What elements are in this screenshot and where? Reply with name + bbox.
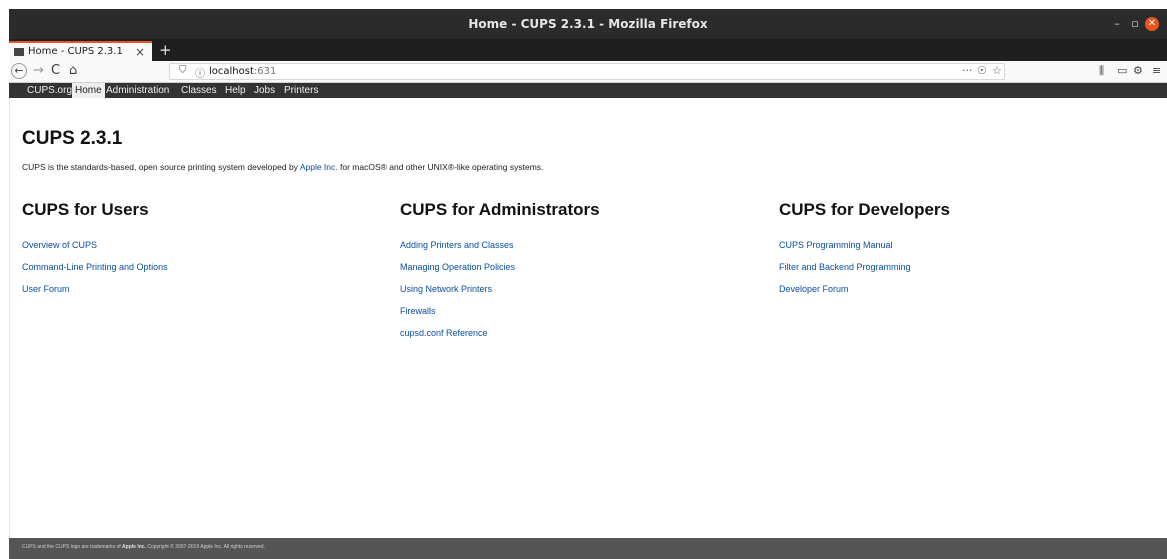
programming-manual-link[interactable]: CUPS Programming Manual [779, 240, 893, 250]
intro-text-start: CUPS is the standards-based, open source… [22, 162, 300, 172]
administrators-heading: CUPS for Administrators [400, 200, 600, 219]
apple-inc-link[interactable]: Apple Inc. [300, 162, 338, 172]
title-bar: Home - CUPS 2.3.1 - Mozilla Firefox – ▫ … [9, 9, 1167, 39]
url-port: :631 [253, 66, 277, 77]
footer-text-start: CUPS and the CUPS logo are trademarks of [22, 544, 123, 550]
tab-home[interactable]: Home - CUPS 2.3.1 × [9, 41, 152, 61]
tab-strip: Home - CUPS 2.3.1 × + [9, 39, 1167, 61]
footer-text-end: Copyright © 2007-2019 Apple Inc. All rig… [145, 544, 265, 550]
url-host: localhost [209, 66, 254, 77]
content-edge [9, 98, 10, 538]
site-info-icon[interactable]: ⓘ [195, 65, 205, 80]
url-bar[interactable]: ⛉ ⓘ localhost:631 ··· ☉ ☆ [169, 63, 1005, 80]
intro-text-end: for macOS® and other UNIX®-like operatin… [337, 162, 544, 172]
url-text[interactable]: localhost:631 [209, 66, 276, 77]
cups-nav-classes[interactable]: Classes [178, 83, 220, 98]
cupsd-conf-reference-link[interactable]: cupsd.conf Reference [400, 328, 488, 338]
footer-company: Apple Inc. [122, 544, 146, 550]
forward-icon[interactable]: → [33, 63, 44, 79]
tracking-shield-icon[interactable]: ⛉ [179, 65, 187, 76]
users-column: CUPS for Users Overview of CUPS Command-… [22, 200, 168, 306]
cups-site-nav: CUPS.org Home Administration Classes Hel… [9, 83, 1167, 98]
cups-nav-home[interactable]: Home [72, 83, 105, 98]
close-window-icon[interactable]: ✕ [1145, 17, 1159, 31]
page-footer: CUPS and the CUPS logo are trademarks of… [9, 538, 1167, 559]
user-forum-link[interactable]: User Forum [22, 284, 70, 294]
command-line-printing-link[interactable]: Command-Line Printing and Options [22, 262, 168, 272]
new-tab-icon[interactable]: + [159, 41, 172, 59]
sidebar-icon[interactable]: ▭ [1117, 64, 1127, 77]
cups-nav-administration[interactable]: Administration [103, 83, 172, 98]
browser-window: Home - CUPS 2.3.1 - Mozilla Firefox – ▫ … [9, 9, 1167, 559]
intro-paragraph: CUPS is the standards-based, open source… [22, 162, 543, 172]
adding-printers-link[interactable]: Adding Printers and Classes [400, 240, 514, 250]
home-icon[interactable]: ⌂ [69, 63, 77, 79]
cups-nav-jobs[interactable]: Jobs [251, 83, 278, 98]
minimize-icon[interactable]: – [1111, 18, 1123, 30]
operation-policies-link[interactable]: Managing Operation Policies [400, 262, 515, 272]
tab-close-icon[interactable]: × [135, 45, 145, 59]
library-icon[interactable]: ⫼ [1099, 64, 1104, 78]
page-content: CUPS 2.3.1 CUPS is the standards-based, … [9, 98, 1167, 538]
cups-nav-printers[interactable]: Printers [281, 83, 321, 98]
hamburger-menu-icon[interactable]: ≡ [1152, 64, 1161, 77]
cups-nav-help[interactable]: Help [222, 83, 249, 98]
reload-icon[interactable]: C [51, 63, 60, 79]
back-icon[interactable]: ← [11, 63, 27, 79]
overview-of-cups-link[interactable]: Overview of CUPS [22, 240, 97, 250]
cups-nav-cups-org[interactable]: CUPS.org [24, 83, 75, 98]
firewalls-link[interactable]: Firewalls [400, 306, 436, 316]
users-heading: CUPS for Users [22, 200, 149, 219]
bookmark-star-icon[interactable]: ☆ [992, 64, 1002, 77]
footer-text: CUPS and the CUPS logo are trademarks of… [22, 544, 265, 550]
developers-heading: CUPS for Developers [779, 200, 950, 219]
extension-icon[interactable]: ⚙ [1133, 64, 1143, 77]
page-title: CUPS 2.3.1 [22, 128, 123, 149]
developer-forum-link[interactable]: Developer Forum [779, 284, 849, 294]
printer-favicon-icon [14, 48, 24, 56]
maximize-icon[interactable]: ▫ [1129, 18, 1141, 30]
window-title: Home - CUPS 2.3.1 - Mozilla Firefox [468, 17, 708, 31]
network-printers-link[interactable]: Using Network Printers [400, 284, 492, 294]
page-actions-icon[interactable]: ··· [962, 64, 973, 77]
navigation-toolbar: ← → C ⌂ ⛉ ⓘ localhost:631 ··· ☉ ☆ ⫼ ▭ ⚙ … [9, 61, 1167, 83]
administrators-column: CUPS for Administrators Adding Printers … [400, 200, 600, 350]
tab-label: Home - CUPS 2.3.1 [28, 46, 123, 57]
developers-column: CUPS for Developers CUPS Programming Man… [779, 200, 950, 306]
filter-backend-link[interactable]: Filter and Backend Programming [779, 262, 911, 272]
pocket-icon[interactable]: ☉ [977, 64, 987, 77]
